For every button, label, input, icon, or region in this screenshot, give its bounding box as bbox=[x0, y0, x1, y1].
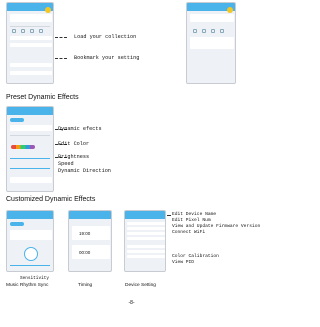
caption-timing: Timing bbox=[78, 283, 93, 288]
collection-row[interactable] bbox=[10, 36, 52, 40]
timer-on-card[interactable] bbox=[72, 226, 110, 240]
timer-off-value: 00:00 bbox=[79, 250, 91, 255]
divider bbox=[10, 26, 50, 27]
callout-line bbox=[55, 37, 67, 38]
callout-connect-wifi: Connect WiFi bbox=[172, 230, 206, 235]
phone-bookmark-screen bbox=[186, 2, 236, 84]
setting-row[interactable] bbox=[127, 237, 165, 240]
direction-selector[interactable] bbox=[10, 177, 52, 183]
music-icon[interactable] bbox=[211, 29, 215, 33]
setting-row[interactable] bbox=[127, 250, 165, 253]
callout-load-collection: Load your collection bbox=[74, 34, 137, 40]
phone-music-screen bbox=[6, 210, 54, 272]
page-number: -8- bbox=[128, 300, 135, 306]
sensitivity-label: Sensitivity bbox=[20, 276, 49, 281]
callout-view-pid: View PID bbox=[172, 260, 195, 265]
section-title-preset: Preset Dynamic Effects bbox=[6, 94, 79, 101]
phone-header-bar bbox=[7, 107, 53, 115]
sensitivity-slider[interactable] bbox=[10, 265, 50, 266]
timer-off-card[interactable] bbox=[72, 245, 110, 259]
effect-dropdown[interactable] bbox=[10, 125, 52, 131]
device-card bbox=[10, 14, 52, 22]
phone-timing-screen: 19:00 00:00 bbox=[68, 210, 112, 272]
timer-on-value: 19:00 bbox=[79, 231, 91, 236]
callout-line bbox=[55, 58, 67, 59]
sliders-icon[interactable] bbox=[21, 29, 25, 33]
divider bbox=[10, 135, 50, 136]
brightness-slider[interactable] bbox=[10, 158, 50, 159]
setting-row[interactable] bbox=[127, 222, 165, 225]
phone-header-bar bbox=[125, 211, 165, 219]
bookmark-panel[interactable] bbox=[190, 37, 234, 49]
callout-speed: Speed bbox=[58, 161, 74, 167]
callout-dynamic-efects: Dynamic efects bbox=[58, 126, 102, 132]
callout-bookmark-setting: Bookmark your setting bbox=[74, 55, 140, 61]
callout-brightness: Brightness bbox=[58, 154, 90, 160]
phone-preset-screen bbox=[6, 106, 54, 192]
device-card bbox=[190, 14, 234, 22]
collection-row[interactable] bbox=[10, 71, 52, 75]
caption-device: Device Setting bbox=[125, 283, 156, 288]
setting-row[interactable] bbox=[127, 227, 165, 230]
music-icon[interactable] bbox=[30, 29, 34, 33]
phone-header-bar bbox=[7, 211, 53, 219]
phone-device-screen bbox=[124, 210, 166, 272]
caption-music: Music Rhythm Sync bbox=[6, 283, 49, 288]
speed-slider[interactable] bbox=[10, 168, 50, 169]
microphone-button[interactable] bbox=[24, 247, 38, 261]
collection-row[interactable] bbox=[10, 43, 52, 47]
callout-edit-color: Edit Color bbox=[58, 141, 90, 147]
color-swatches[interactable] bbox=[11, 145, 35, 149]
section-title-customized: Customized Dynamic Effects bbox=[6, 196, 96, 203]
collection-row[interactable] bbox=[10, 63, 52, 67]
setting-row[interactable] bbox=[127, 245, 165, 248]
phone-collection-screen bbox=[6, 2, 54, 84]
sun-icon bbox=[45, 7, 51, 13]
mode-toggle[interactable] bbox=[10, 118, 24, 122]
setting-row[interactable] bbox=[127, 255, 165, 258]
music-mode-card[interactable] bbox=[10, 230, 52, 240]
setting-row[interactable] bbox=[127, 232, 165, 235]
timer-icon[interactable] bbox=[220, 29, 224, 33]
callout-dynamic-direction: Dynamic Direction bbox=[58, 168, 111, 174]
sun-icon bbox=[227, 7, 233, 13]
timer-icon[interactable] bbox=[39, 29, 43, 33]
grid-icon[interactable] bbox=[12, 29, 16, 33]
grid-icon[interactable] bbox=[193, 29, 197, 33]
mode-toggle[interactable] bbox=[10, 222, 24, 226]
callout-line bbox=[167, 215, 171, 216]
phone-header-bar bbox=[69, 211, 111, 219]
sliders-icon[interactable] bbox=[202, 29, 206, 33]
